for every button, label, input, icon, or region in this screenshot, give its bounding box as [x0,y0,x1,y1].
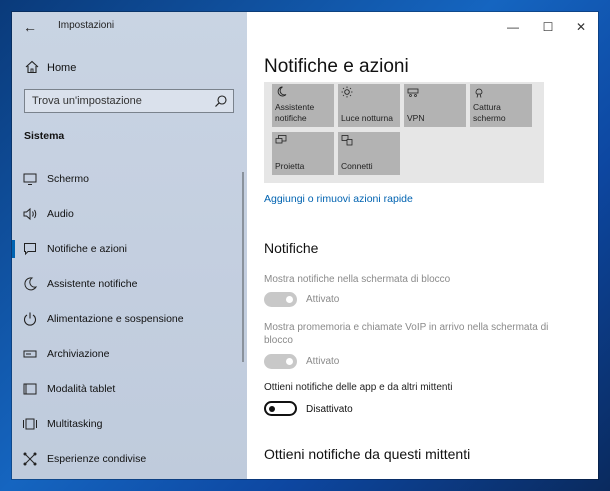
option-voip-reminders-label: Mostra promemoria e chiamate VoIP in arr… [264,322,549,346]
quick-action-label: Proietta [275,161,305,171]
search-icon[interactable] [214,94,228,108]
toggle-knob [286,296,293,303]
sidebar-item-multitasking[interactable]: Multitasking [12,410,247,438]
quick-action-vpn[interactable]: VPN [404,84,466,127]
app-title: Impostazioni [58,20,115,31]
power-icon [23,312,37,326]
vpn-icon [407,88,419,97]
back-button[interactable]: ← [20,17,40,37]
minimize-button[interactable]: — [498,16,528,38]
lockscreen-notifications-state: Attivato [306,294,340,305]
monitor-icon [23,173,37,185]
storage-icon [23,350,37,358]
app-notifications-state: Disattivato [306,404,353,415]
moon-icon [24,277,38,291]
sidebar-item-label: Audio [47,208,74,220]
sidebar-scrollbar[interactable] [242,172,244,362]
sidebar-item-label: Esperienze condivise [47,453,147,465]
home-nav-item[interactable]: Home [12,57,247,79]
snip-icon [475,88,483,98]
quick-action-label: Assistente notifiche [275,102,315,123]
sidebar-item-modalita-tablet[interactable]: Modalità tablet [12,375,247,403]
sidebar-item-notifiche-e-azioni[interactable]: Notifiche e azioni [12,235,247,263]
quick-action-luce-notturna[interactable]: Luce notturna [338,84,400,127]
senders-heading: Ottieni notifiche da questi mittenti [264,446,471,462]
notification-icon [24,243,36,256]
moon-icon [277,86,287,97]
maximize-button[interactable]: ☐ [533,16,563,38]
share-icon [23,452,37,466]
quick-action-proietta[interactable]: Proietta [272,132,334,175]
edit-quick-actions-link[interactable]: Aggiungi o rimuovi azioni rapide [264,193,413,205]
sidebar-item-label: Assistente notifiche [47,278,138,290]
maximize-icon: ☐ [542,20,554,34]
settings-window: ← Impostazioni Home Sistema Schermo [12,12,598,479]
sidebar-item-label: Multitasking [47,418,103,430]
sidebar-item-esperienze-condivise[interactable]: Esperienze condivise [12,445,247,473]
app-notifications-toggle[interactable] [264,401,297,416]
sidebar: ← Impostazioni Home Sistema Schermo [12,12,247,479]
toggle-knob [269,405,275,412]
sidebar-item-assistente-notifiche[interactable]: Assistente notifiche [12,270,247,298]
toggle-knob [286,358,293,365]
sidebar-item-label: Alimentazione e sospensione [47,313,184,325]
sidebar-item-label: Archiviazione [47,348,110,360]
sidebar-item-alimentazione[interactable]: Alimentazione e sospensione [12,305,247,333]
back-arrow-icon: ← [23,19,37,35]
titlebar-left: ← Impostazioni [12,12,247,42]
speaker-icon [23,207,37,221]
sidebar-item-label: Notifiche e azioni [47,243,127,255]
option-lockscreen-notifications-label: Mostra notifiche nella schermata di bloc… [264,274,451,285]
sidebar-item-audio[interactable]: Audio [12,200,247,228]
multitasking-icon [23,418,37,430]
sidebar-item-label: Schermo [47,173,90,185]
quick-action-label: Luce notturna [341,113,393,123]
notifications-heading: Notifiche [264,240,319,256]
page-title: Notifiche e azioni [264,56,409,77]
voip-reminders-toggle[interactable] [264,354,297,369]
option-app-notifications-label: Ottieni notifiche delle app e da altri m… [264,382,453,393]
quick-action-connetti[interactable]: Connetti [338,132,400,175]
minimize-icon: — [507,20,519,34]
quick-action-cattura-schermo[interactable]: Cattura schermo [470,84,532,127]
sidebar-item-label: Modalità tablet [47,383,116,395]
close-button[interactable]: ✕ [566,16,596,38]
quick-actions-panel: Assistente notifiche Luce notturna VPN C… [264,82,544,183]
search-input[interactable] [25,90,210,112]
tablet-icon [23,383,37,395]
close-icon: ✕ [575,20,587,34]
sidebar-item-archiviazione[interactable]: Archiviazione [12,340,247,368]
main-content: — ☐ ✕ Notifiche e azioni Assistente noti… [247,12,598,479]
lockscreen-notifications-toggle[interactable] [264,292,297,307]
quick-action-label: Connetti [341,161,373,171]
sun-icon [341,86,353,98]
quick-action-label: VPN [407,113,425,123]
search-box[interactable] [24,89,234,113]
home-icon [25,60,39,74]
voip-reminders-state: Attivato [306,356,340,367]
project-icon [275,135,287,144]
quick-action-label: Cattura schermo [473,102,506,123]
section-title: Sistema [24,130,65,142]
connect-icon [341,135,353,146]
quick-action-assistente-notifiche[interactable]: Assistente notifiche [272,84,334,127]
sidebar-item-schermo[interactable]: Schermo [12,165,247,193]
home-label: Home [47,62,77,74]
